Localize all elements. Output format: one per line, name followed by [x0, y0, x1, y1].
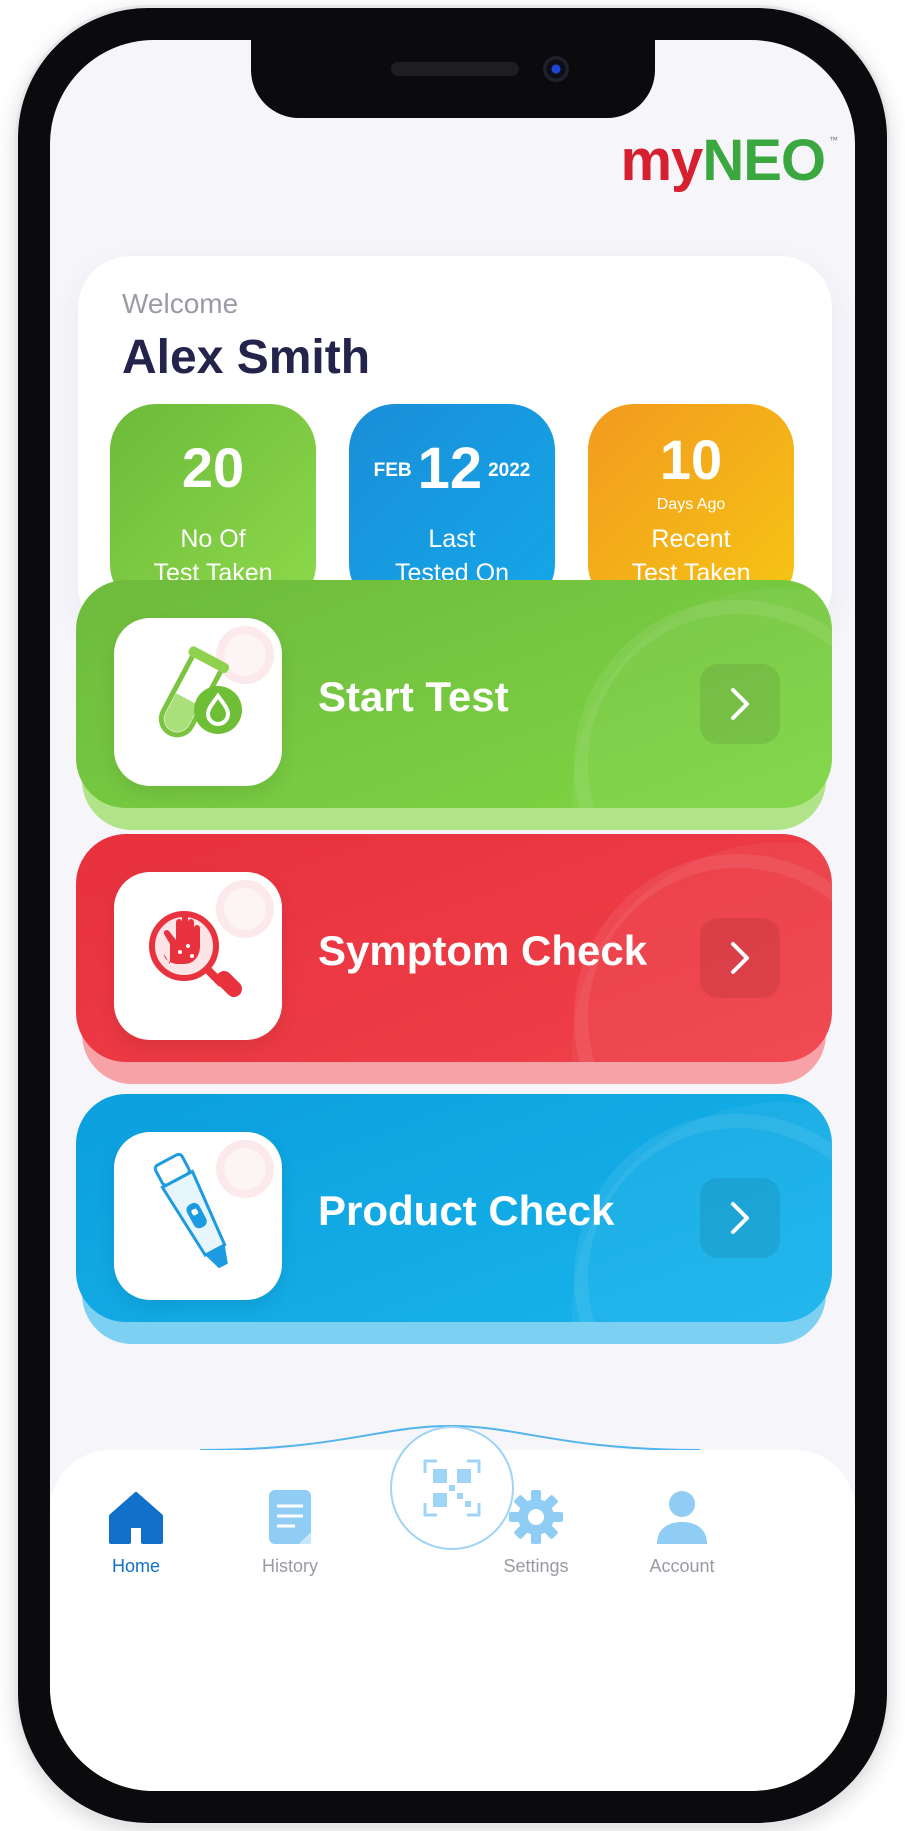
nav-home[interactable]: Home: [76, 1486, 196, 1577]
start-test-card: Start Test: [76, 580, 832, 808]
symptom-check-icon-box: [114, 872, 282, 1040]
start-test-chevron[interactable]: [700, 664, 780, 744]
start-test-label: Start Test: [318, 673, 509, 720]
stat-tests-taken-value: 20: [181, 436, 245, 499]
product-check-icon-box: [114, 1132, 282, 1300]
myneo-logo: myNEO ™: [620, 132, 838, 190]
chevron-right-icon: [731, 1202, 749, 1234]
product-check-card: Product Check: [76, 1094, 832, 1322]
logo-neo: NEO: [702, 128, 826, 193]
symptom-check-button[interactable]: Symptom Check: [76, 834, 832, 1084]
nav-settings[interactable]: Settings: [476, 1486, 596, 1577]
front-camera: [543, 56, 569, 82]
date-year: 2022: [488, 460, 531, 481]
product-check-button[interactable]: Product Check: [76, 1094, 832, 1344]
app-screen: myNEO ™ Welcome Alex Smith 20 No Of Test …: [50, 40, 855, 1791]
date-month: FEB: [373, 460, 412, 481]
stat-label-line: Last: [428, 525, 476, 553]
stat-label-line: Recent: [651, 525, 731, 553]
chevron-right-icon: [731, 942, 749, 974]
hand-magnifier-icon: [149, 911, 242, 997]
product-check-label: Product Check: [318, 1187, 615, 1234]
test-tube-drop-icon: [158, 646, 242, 738]
logo-my: my: [620, 128, 703, 193]
symptom-check-label: Symptom Check: [318, 927, 648, 974]
symptom-check-chevron[interactable]: [700, 918, 780, 998]
speaker-grille: [391, 62, 519, 76]
start-test-icon-box: [114, 618, 282, 786]
notch: [251, 40, 655, 118]
document-icon: [269, 1490, 311, 1544]
stat-recent-test-value: 10: [659, 428, 723, 491]
stat-label-line: No Of: [180, 525, 246, 553]
symptom-check-card: Symptom Check: [76, 834, 832, 1062]
user-name: Alex Smith: [122, 331, 371, 384]
phone-frame: myNEO ™ Welcome Alex Smith 20 No Of Test …: [18, 8, 887, 1823]
nav-history[interactable]: History: [230, 1486, 350, 1577]
home-icon: [109, 1492, 163, 1544]
logo-trademark: ™: [829, 135, 838, 145]
nav-history-label: History: [261, 1556, 318, 1576]
welcome-label: Welcome: [122, 288, 239, 319]
test-device-icon: [153, 1152, 228, 1269]
nav-settings-label: Settings: [503, 1556, 569, 1576]
stat-last-tested-date: FEB 12 2022: [349, 440, 555, 498]
qr-code-icon: [423, 1459, 481, 1517]
nav-home-label: Home: [111, 1556, 160, 1576]
stat-recent-test-sublabel: Days Ago: [656, 496, 726, 513]
start-test-button[interactable]: Start Test: [76, 580, 832, 830]
chevron-right-icon: [731, 688, 749, 720]
date-day: 12: [417, 436, 483, 501]
nav-account[interactable]: Account: [622, 1486, 742, 1577]
user-icon: [657, 1491, 707, 1544]
nav-account-label: Account: [649, 1556, 715, 1576]
product-check-chevron[interactable]: [700, 1178, 780, 1258]
gear-icon: [509, 1490, 563, 1544]
